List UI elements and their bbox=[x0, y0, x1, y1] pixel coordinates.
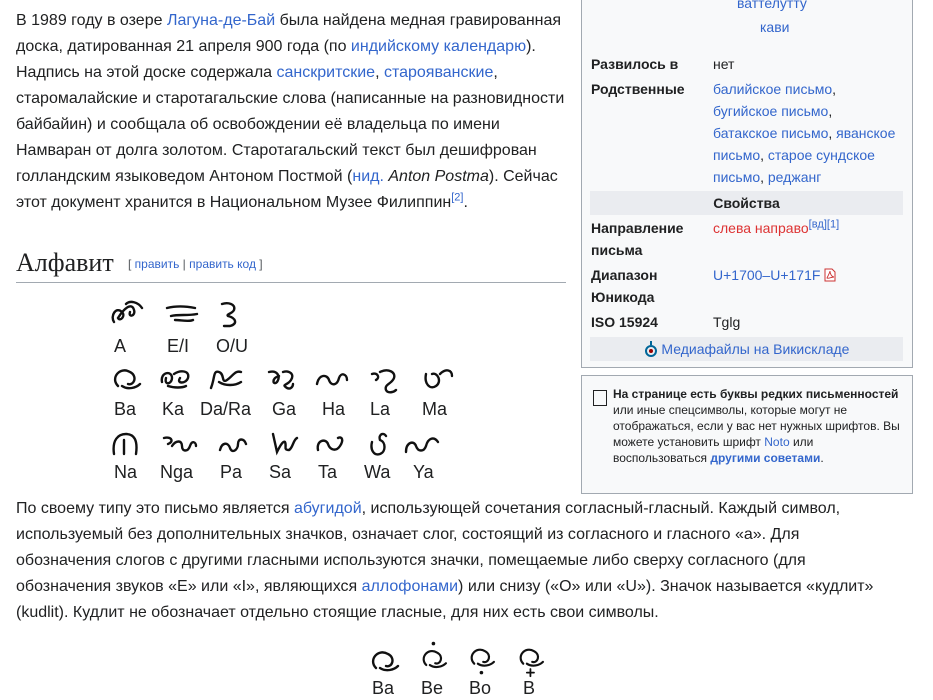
glyph-label: Ha bbox=[322, 399, 346, 419]
link-allophones[interactable]: аллофонами bbox=[362, 578, 458, 595]
infobox: ваттелутту кави Развилось в нет Родствен… bbox=[581, 0, 913, 368]
glyph-label: Ya bbox=[413, 462, 434, 482]
glyph-label: Sa bbox=[269, 462, 292, 482]
link-sanskrit[interactable]: санскритские bbox=[277, 64, 376, 81]
reference-link[interactable]: [вд][1] bbox=[809, 218, 839, 230]
separator: | bbox=[179, 257, 190, 271]
link-dutch[interactable]: нид. bbox=[352, 168, 384, 185]
bracket: ] bbox=[255, 257, 263, 271]
pdf-icon[interactable] bbox=[824, 266, 836, 282]
link-buginese[interactable]: бугийское письмо bbox=[713, 103, 828, 119]
link-noto[interactable]: Noto bbox=[764, 435, 789, 449]
link-kawi[interactable]: кави bbox=[760, 19, 789, 35]
label-range-line1: Диапазон bbox=[591, 267, 658, 283]
glyph-ou bbox=[214, 298, 258, 338]
glyph-a bbox=[108, 298, 152, 338]
link-ltr[interactable]: слева направо bbox=[713, 220, 809, 236]
glyph-label: Pa bbox=[220, 462, 243, 482]
wikimedia-commons-icon bbox=[644, 340, 658, 358]
commons-row: Медиафайлы на Викискладе bbox=[590, 337, 903, 361]
label-direction-line1: Направление bbox=[591, 220, 684, 236]
glyph-ei bbox=[163, 298, 207, 338]
link-vatteluttu[interactable]: ваттелутту bbox=[737, 0, 807, 11]
value-related: балийское письмо, бугийское письмо, бата… bbox=[713, 81, 896, 185]
glyph-label: Da/Ra bbox=[200, 399, 252, 419]
notice-text: На странице есть буквы редких письменнос… bbox=[613, 386, 903, 466]
link-indian-calendar[interactable]: индийскому календарю bbox=[351, 38, 526, 55]
text: или иные спецсимволы, которые могут не о… bbox=[613, 403, 900, 449]
link-unicode-range[interactable]: U+1700–U+171F bbox=[713, 267, 820, 283]
glyph-label: E/I bbox=[167, 336, 190, 356]
link-balinese[interactable]: балийское письмо bbox=[713, 81, 832, 97]
glyph-label: Na bbox=[114, 462, 138, 482]
foreign-name: Anton Postma bbox=[388, 168, 489, 185]
glyph-ma bbox=[418, 364, 462, 404]
text: . bbox=[463, 194, 468, 211]
glyph-label: Ba bbox=[114, 399, 137, 419]
link-commons[interactable]: Медиафайлы на Викискладе bbox=[661, 341, 849, 357]
link-rejang[interactable]: реджанг bbox=[768, 169, 821, 185]
glyph-label: Wa bbox=[364, 462, 391, 482]
text: . bbox=[820, 451, 824, 465]
abugida-paragraph: По своему типу это письмо является абуги… bbox=[16, 496, 896, 626]
glyph-la bbox=[366, 364, 410, 404]
bracket: [ bbox=[128, 257, 135, 271]
label-direction-line2: письма bbox=[591, 242, 643, 258]
text: В 1989 году в озере bbox=[16, 12, 167, 29]
glyph-ka bbox=[156, 364, 200, 404]
link-abugida[interactable]: абугидой bbox=[294, 500, 362, 517]
label-range-line2: Юникода bbox=[591, 289, 655, 305]
edit-code-link[interactable]: править код bbox=[189, 257, 256, 271]
glyph-label: Nga bbox=[160, 462, 194, 482]
label-iso: ISO 15924 bbox=[591, 314, 658, 330]
link-other-advice[interactable]: другими советами bbox=[710, 451, 820, 465]
glyph-label: O/U bbox=[216, 336, 249, 356]
label-direction: Направление письма bbox=[591, 217, 683, 261]
section-title: Алфавит bbox=[16, 248, 114, 277]
glyph-label: La bbox=[370, 399, 391, 419]
intro-paragraph: В 1989 году в озере Лагуна-де-Бай была н… bbox=[16, 8, 568, 216]
value-iso: Tglg bbox=[713, 314, 741, 330]
glyph-label: Ga bbox=[272, 399, 297, 419]
properties-header: Свойства bbox=[590, 191, 903, 215]
link-laguna[interactable]: Лагуна-де-Бай bbox=[167, 12, 275, 29]
glyph-label: Ta bbox=[318, 462, 338, 482]
glyph-ha bbox=[313, 364, 357, 404]
special-characters-notice: На странице есть буквы редких письменнос… bbox=[581, 375, 913, 494]
text: , старомалайские и старотагальские слова… bbox=[16, 64, 565, 185]
link-batak[interactable]: батакское письмо bbox=[713, 125, 828, 141]
value-unicode-range: U+1700–U+171F bbox=[713, 264, 836, 286]
value-direction: слева направо[вд][1] bbox=[713, 217, 839, 239]
notice-box-icon bbox=[593, 390, 607, 406]
notice-bold: На странице есть буквы редких письменнос… bbox=[613, 387, 899, 401]
glyph-label: Ka bbox=[162, 399, 185, 419]
glyph-label: A bbox=[114, 336, 127, 356]
label-related: Родственные bbox=[591, 81, 685, 97]
edit-links: [ править | править код ] bbox=[128, 257, 263, 271]
glyph-be bbox=[415, 640, 459, 680]
value-evolved: нет bbox=[713, 56, 735, 72]
reference-link[interactable]: [2] bbox=[451, 192, 463, 204]
glyph-ga bbox=[263, 364, 307, 404]
glyph-label: Ba bbox=[372, 678, 395, 698]
text: По своему типу это письмо является bbox=[16, 500, 294, 517]
glyph-label: Ma bbox=[422, 399, 448, 419]
section-heading: Алфавит [ править | править код ] bbox=[16, 244, 566, 283]
text: , bbox=[375, 64, 384, 81]
glyph-ba bbox=[108, 364, 152, 404]
label-evolved: Развилось в bbox=[591, 56, 679, 72]
link-old-javanese[interactable]: старояванские bbox=[384, 64, 493, 81]
edit-link[interactable]: править bbox=[135, 257, 180, 271]
glyph-label: B bbox=[523, 678, 536, 698]
label-unicode-range: Диапазон Юникода bbox=[591, 264, 657, 308]
glyph-label: Bo bbox=[469, 678, 492, 698]
glyph-dara bbox=[205, 364, 249, 404]
glyph-label: Be bbox=[421, 678, 444, 698]
